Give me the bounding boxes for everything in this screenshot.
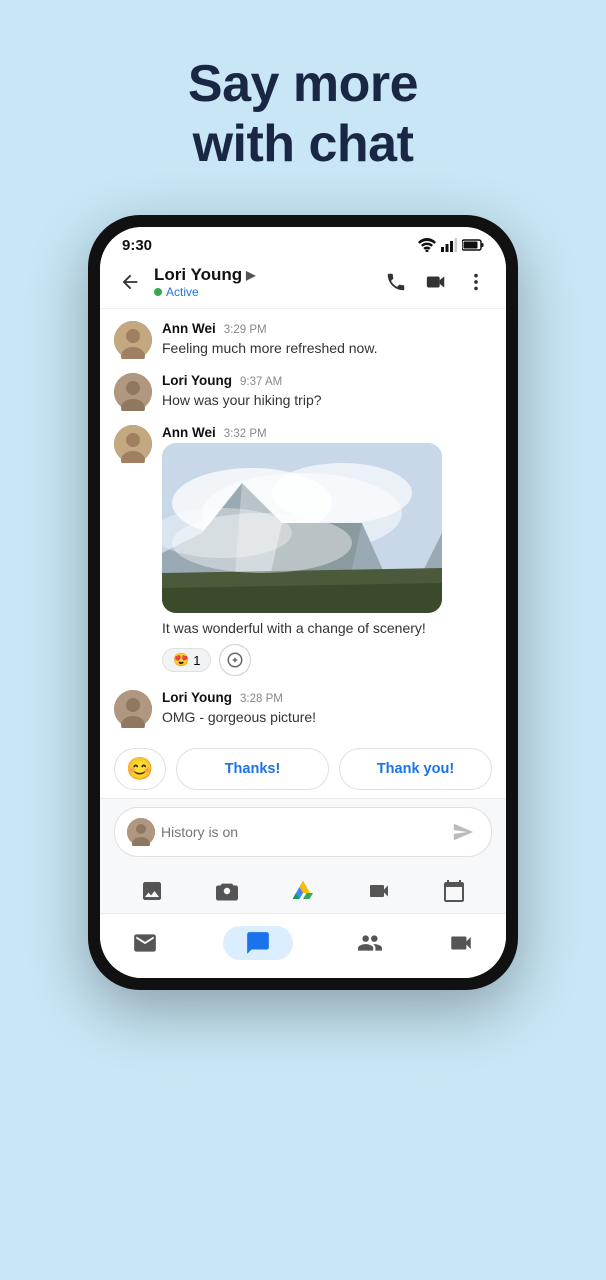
gallery-button[interactable] bbox=[134, 873, 170, 909]
mountain-image bbox=[162, 443, 442, 613]
contact-status: Active bbox=[154, 285, 378, 299]
nav-item-chat[interactable] bbox=[207, 922, 309, 964]
nav-item-contacts[interactable] bbox=[341, 926, 399, 960]
app-bar-actions bbox=[378, 264, 494, 300]
send-button[interactable] bbox=[447, 816, 479, 848]
quick-reply-thank-you-label: Thank you! bbox=[377, 761, 454, 777]
nav-item-mail[interactable] bbox=[116, 926, 174, 960]
quick-reply-emoji-icon: 😊 bbox=[126, 756, 153, 782]
sender-name-1: Ann Wei bbox=[162, 321, 216, 336]
headline: Say more with chat bbox=[188, 55, 418, 175]
quick-reply-thank-you-button[interactable]: Thank you! bbox=[339, 748, 492, 790]
attachment-row bbox=[100, 865, 506, 913]
video-call-button[interactable] bbox=[418, 264, 454, 300]
contact-name-arrow: ▶ bbox=[246, 268, 255, 282]
camera-button[interactable] bbox=[209, 873, 245, 909]
nav-item-meet[interactable] bbox=[432, 926, 490, 960]
message-content-1: Ann Wei 3:29 PM Feeling much more refres… bbox=[162, 321, 492, 359]
message-header-2: Lori Young 9:37 AM bbox=[162, 373, 492, 388]
message-input[interactable] bbox=[161, 824, 441, 840]
message-header-3: Ann Wei 3:32 PM bbox=[162, 425, 492, 440]
msg-time-4: 3:28 PM bbox=[240, 693, 283, 705]
msg-time-2: 9:37 AM bbox=[240, 376, 282, 388]
battery-icon bbox=[462, 239, 484, 251]
message-text-2: How was your hiking trip? bbox=[162, 391, 492, 411]
contacts-icon bbox=[357, 930, 383, 956]
more-options-button[interactable] bbox=[458, 264, 494, 300]
reaction-chip-love[interactable]: 😍 1 bbox=[162, 648, 211, 672]
quick-reply-thanks-label: Thanks! bbox=[225, 761, 281, 777]
quick-reply-thanks-button[interactable]: Thanks! bbox=[176, 748, 329, 790]
avatar-ann-wei bbox=[114, 321, 152, 359]
drive-button[interactable] bbox=[285, 873, 321, 909]
avatar-ann-wei-3 bbox=[114, 425, 152, 463]
phone-screen: 9:30 bbox=[100, 227, 506, 979]
messages-area: Ann Wei 3:29 PM Feeling much more refres… bbox=[100, 309, 506, 741]
quick-replies: 😊 Thanks! Thank you! bbox=[100, 740, 506, 798]
message-row-4: Lori Young 3:28 PM OMG - gorgeous pictur… bbox=[114, 690, 492, 728]
meet-icon bbox=[448, 930, 474, 956]
phone-shell: 9:30 bbox=[88, 215, 518, 991]
status-icons bbox=[418, 238, 484, 252]
message-content-3: Ann Wei 3:32 PM bbox=[162, 425, 492, 677]
video-button[interactable] bbox=[361, 873, 397, 909]
mail-icon bbox=[132, 930, 158, 956]
signal-icon bbox=[441, 238, 457, 252]
contact-info: Lori Young ▶ Active bbox=[148, 265, 378, 299]
contact-status-text: Active bbox=[166, 285, 199, 299]
chat-icon bbox=[245, 930, 271, 956]
reaction-emoji: 😍 bbox=[173, 652, 189, 668]
input-row bbox=[114, 807, 492, 857]
phone-call-button[interactable] bbox=[378, 264, 414, 300]
page-wrapper: Say more with chat 9:30 bbox=[0, 0, 606, 1280]
avatar-lori-young-4 bbox=[114, 690, 152, 728]
back-button[interactable] bbox=[112, 264, 148, 300]
message-text-3: It was wonderful with a change of scener… bbox=[162, 619, 492, 639]
message-header-1: Ann Wei 3:29 PM bbox=[162, 321, 492, 336]
sender-name-2: Lori Young bbox=[162, 373, 232, 388]
status-bar: 9:30 bbox=[100, 227, 506, 258]
avatar-lori-young-2 bbox=[114, 373, 152, 411]
reactions-row: 😍 1 bbox=[162, 644, 492, 676]
sender-name-3: Ann Wei bbox=[162, 425, 216, 440]
message-text-1: Feeling much more refreshed now. bbox=[162, 339, 492, 359]
app-bar: Lori Young ▶ Active bbox=[100, 258, 506, 309]
headline-line2: with chat bbox=[193, 115, 414, 173]
message-content-2: Lori Young 9:37 AM How was your hiking t… bbox=[162, 373, 492, 411]
message-row-2: Lori Young 9:37 AM How was your hiking t… bbox=[114, 373, 492, 411]
message-row-3: Ann Wei 3:32 PM bbox=[114, 425, 492, 677]
status-time: 9:30 bbox=[122, 237, 152, 254]
message-header-4: Lori Young 3:28 PM bbox=[162, 690, 492, 705]
message-row: Ann Wei 3:29 PM Feeling much more refres… bbox=[114, 321, 492, 359]
sender-name-4: Lori Young bbox=[162, 690, 232, 705]
msg-time-1: 3:29 PM bbox=[224, 324, 267, 336]
active-nav-bg bbox=[223, 926, 293, 960]
quick-reply-emoji-button[interactable]: 😊 bbox=[114, 748, 166, 790]
add-reaction-button[interactable] bbox=[219, 644, 251, 676]
input-bar bbox=[100, 798, 506, 865]
calendar-button[interactable] bbox=[436, 873, 472, 909]
contact-name-text: Lori Young bbox=[154, 265, 242, 285]
active-dot bbox=[154, 288, 162, 296]
message-content-4: Lori Young 3:28 PM OMG - gorgeous pictur… bbox=[162, 690, 492, 728]
msg-time-3: 3:32 PM bbox=[224, 428, 267, 440]
reaction-count: 1 bbox=[193, 653, 200, 668]
input-avatar bbox=[127, 818, 155, 846]
wifi-icon bbox=[418, 238, 436, 252]
headline-line1: Say more bbox=[188, 55, 418, 113]
bottom-nav bbox=[100, 913, 506, 978]
contact-name[interactable]: Lori Young ▶ bbox=[154, 265, 378, 285]
message-text-4: OMG - gorgeous picture! bbox=[162, 708, 492, 728]
